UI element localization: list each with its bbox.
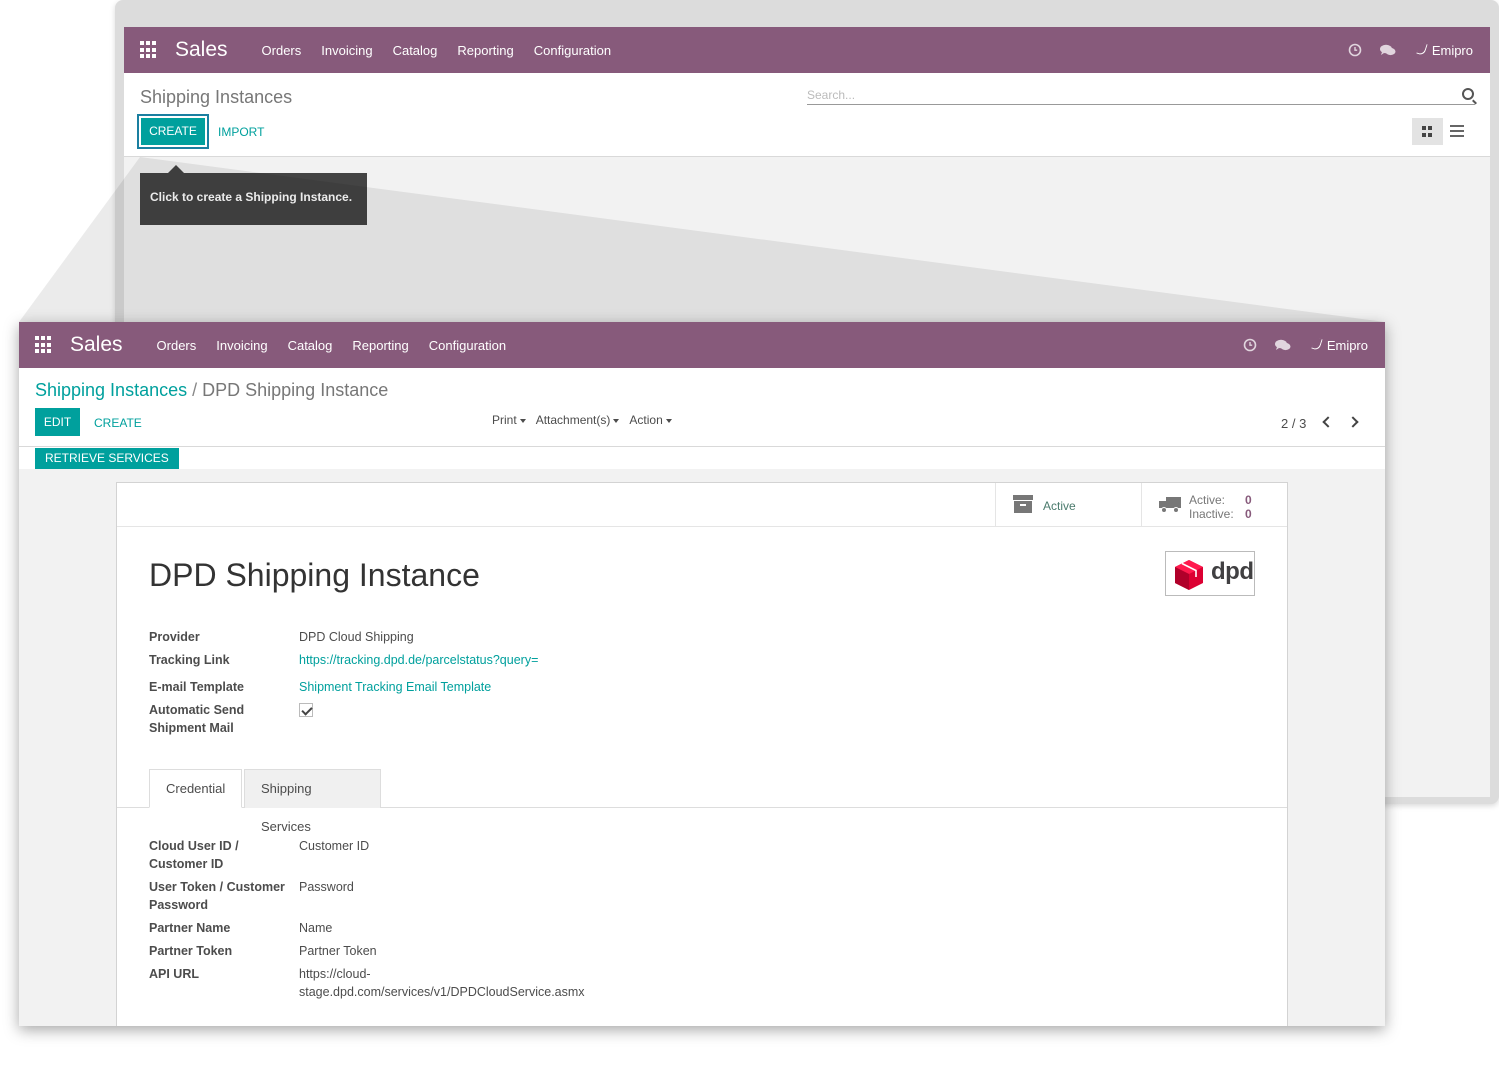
field-label: E-mail Template (149, 680, 244, 694)
caret-down-icon (665, 418, 672, 423)
control-panel: Shipping Instances Search... CREATE IMPO… (124, 73, 1490, 157)
chat-icon[interactable] (1274, 339, 1291, 352)
email-template-link[interactable]: Shipment Tracking Email Template (299, 678, 659, 696)
search-icon[interactable] (1462, 88, 1474, 100)
menu-reporting[interactable]: Reporting (352, 338, 408, 353)
systray: Emipro (1330, 41, 1473, 58)
dpd-logo-text: dpd (1211, 558, 1254, 585)
field-label: Partner Name (149, 921, 231, 935)
partner-token-value: Partner Token (299, 944, 377, 958)
navbar: Sales Orders Invoicing Catalog Reporting… (19, 322, 1385, 368)
kanban-view-icon[interactable] (1412, 118, 1443, 145)
user-token-value: Password (299, 880, 354, 894)
provider-value: DPD Cloud Shipping (299, 630, 414, 644)
user-name: Emipro (1326, 337, 1368, 353)
menu-invoicing[interactable]: Invoicing (216, 338, 267, 353)
main-menu: Orders Invoicing Catalog Reporting Confi… (157, 338, 527, 353)
services-counts: Active: 0 Inactive: 0 (1189, 493, 1252, 521)
tab-shipping-services[interactable]: Shipping Services (244, 769, 381, 834)
breadcrumb-current: DPD Shipping Instance (202, 380, 389, 400)
field-label: Cloud User ID / Customer ID (149, 839, 239, 871)
active-count-label: Active: (1189, 493, 1226, 507)
field-label: Automatic Send Shipment Mail (149, 703, 245, 735)
attachments-label: Attachment(s) (535, 413, 611, 427)
main-menu: Orders Invoicing Catalog Reporting Confi… (262, 43, 632, 58)
action-dropdown[interactable]: Action (629, 413, 672, 427)
active-label: Active (1043, 499, 1076, 513)
inactive-count-value: 0 (1245, 507, 1252, 521)
archive-icon (1013, 495, 1033, 513)
menu-reporting[interactable]: Reporting (457, 43, 513, 58)
menu-catalog[interactable]: Catalog (393, 43, 438, 58)
create-tooltip: Click to create a Shipping Instance. (140, 165, 367, 225)
inactive-count-label: Inactive: (1189, 507, 1234, 521)
page-title: Shipping Instances (140, 87, 293, 107)
create-button[interactable]: CREATE (137, 114, 209, 149)
user-menu[interactable]: Emipro (1311, 336, 1368, 353)
truck-icon (1159, 497, 1181, 513)
active-count-value: 0 (1245, 493, 1252, 507)
action-dropdowns: Print Attachment(s) Action (492, 413, 682, 427)
clock-icon[interactable] (1243, 338, 1257, 352)
pager-value: 2 / 3 (1281, 416, 1307, 431)
user-name: Emipro (1431, 42, 1473, 58)
menu-configuration[interactable]: Configuration (534, 43, 611, 58)
tracking-link[interactable]: https://tracking.dpd.de/parcelstatus?que… (299, 651, 659, 669)
chevron-right-icon[interactable] (1347, 416, 1359, 428)
app-brand: Sales (175, 38, 228, 61)
form-sheet: Active Active: 0 Inactive: 0 DPD Shipping … (116, 482, 1288, 1026)
record-title: DPD Shipping Instance (149, 557, 480, 593)
api-url-value: https://cloud-stage.dpd.com/services/v1/… (299, 967, 585, 999)
breadcrumb-separator: / (192, 380, 198, 400)
retrieve-services-button[interactable]: RETRIEVE SERVICES (35, 448, 179, 469)
cloud-user-id-value: Customer ID (299, 839, 370, 853)
front-window: Sales Orders Invoicing Catalog Reporting… (19, 322, 1385, 1026)
menu-configuration[interactable]: Configuration (429, 338, 506, 353)
clock-icon[interactable] (1348, 43, 1362, 57)
create-button[interactable]: CREATE (94, 416, 142, 430)
breadcrumb: Shipping Instances / DPD Shipping Instance (35, 380, 388, 401)
field-label: Tracking Link (149, 653, 230, 667)
caret-down-icon (613, 418, 620, 423)
phone-icon (1311, 336, 1323, 351)
chevron-left-icon[interactable] (1322, 416, 1334, 428)
menu-orders[interactable]: Orders (262, 43, 302, 58)
partner-name-value: Name (299, 921, 333, 935)
import-button[interactable]: IMPORT (218, 125, 264, 139)
chat-icon[interactable] (1379, 44, 1396, 57)
apps-menu-icon[interactable] (35, 336, 53, 354)
print-label: Print (492, 413, 517, 427)
field-label: API URL (149, 967, 199, 981)
services-count-button[interactable]: Active: 0 Inactive: 0 (1141, 483, 1287, 526)
menu-catalog[interactable]: Catalog (288, 338, 333, 353)
attachments-dropdown[interactable]: Attachment(s) (536, 413, 620, 427)
print-dropdown[interactable]: Print (492, 413, 526, 427)
navbar: Sales Orders Invoicing Catalog Reporting… (124, 27, 1490, 73)
field-label: Provider (149, 630, 200, 644)
button-box: Active Active: 0 Inactive: 0 (117, 483, 1287, 527)
list-view-icon[interactable] (1450, 125, 1464, 137)
dpd-logo: dpd (1165, 551, 1255, 596)
apps-menu-icon[interactable] (140, 41, 158, 59)
field-label: Partner Token (149, 944, 233, 958)
app-brand: Sales (70, 333, 123, 356)
search-input[interactable]: Search... (807, 87, 1475, 105)
tab-credential[interactable]: Credential (149, 769, 242, 808)
caret-down-icon (519, 418, 526, 423)
dpd-cube-icon (1175, 560, 1203, 590)
phone-icon (1416, 41, 1428, 56)
breadcrumb-parent[interactable]: Shipping Instances (35, 380, 187, 400)
action-label: Action (629, 413, 663, 427)
notebook-tabs: Credential Shipping Services (117, 769, 1287, 834)
search-placeholder: Search... (807, 88, 856, 102)
edit-button[interactable]: EDIT (35, 408, 80, 436)
form-header: RETRIEVE SERVICES (19, 446, 1385, 469)
menu-orders[interactable]: Orders (157, 338, 197, 353)
user-menu[interactable]: Emipro (1416, 41, 1473, 58)
active-toggle-button[interactable]: Active (995, 483, 1141, 526)
menu-invoicing[interactable]: Invoicing (321, 43, 372, 58)
auto-send-checkbox[interactable] (299, 703, 313, 717)
systray: Emipro (1225, 336, 1368, 353)
field-label: User Token / Customer Password (149, 880, 285, 912)
